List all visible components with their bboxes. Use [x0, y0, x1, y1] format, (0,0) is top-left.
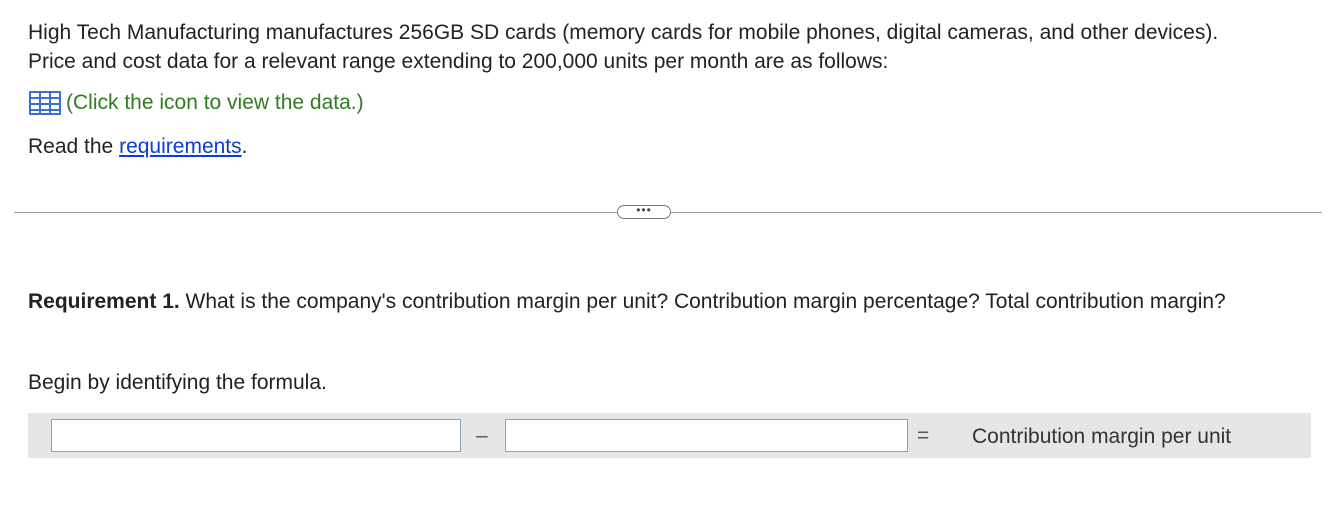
read-requirements-line: Read the requirements.	[28, 133, 247, 161]
minus-operator: –	[476, 424, 488, 447]
requirement-question: What is the company's contribution margi…	[179, 290, 1226, 313]
formula-term-1-input[interactable]	[51, 419, 461, 452]
requirements-link[interactable]: requirements	[119, 135, 242, 158]
problem-intro: High Tech Manufacturing manufactures 256…	[28, 21, 1219, 73]
requirement-label: Requirement 1.	[28, 290, 180, 313]
view-data-link[interactable]: (Click the icon to view the data.)	[28, 89, 364, 117]
read-prefix: Read the	[28, 135, 120, 158]
table-grid-icon[interactable]	[28, 90, 62, 116]
equals-operator: =	[917, 424, 930, 447]
formula-row: – = Contribution margin per unit	[28, 413, 1311, 458]
ellipsis-icon: •••	[636, 202, 652, 217]
formula-result-label: Contribution margin per unit	[972, 425, 1232, 448]
read-suffix: .	[241, 135, 248, 158]
requirement-1-heading: Requirement 1. What is the company's con…	[28, 287, 1228, 316]
formula-term-2-input[interactable]	[505, 419, 908, 452]
expand-more-button[interactable]: •••	[617, 202, 671, 219]
view-data-link-text[interactable]: (Click the icon to view the data.)	[66, 91, 364, 115]
begin-instruction: Begin by identifying the formula.	[28, 371, 327, 394]
